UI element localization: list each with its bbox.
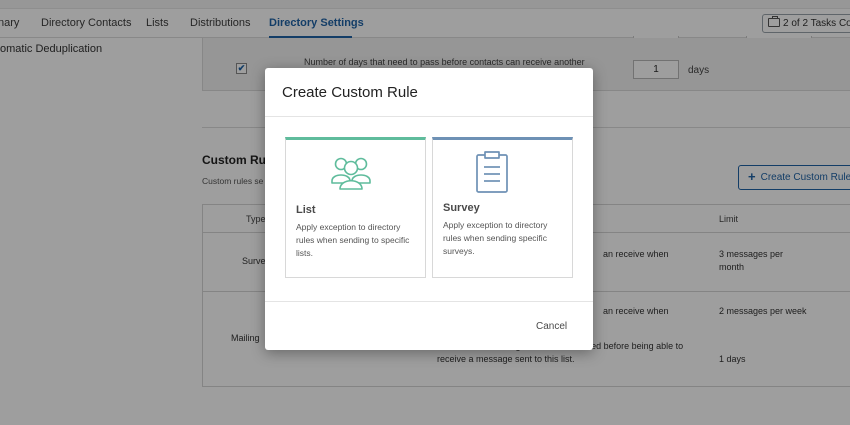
modal-title: Create Custom Rule: [282, 84, 418, 101]
create-custom-rule-modal: Create Custom Rule List Apply exception …: [265, 68, 593, 350]
list-card-description: Apply exception to directory rules when …: [296, 222, 410, 258]
list-card-title: List: [296, 204, 316, 216]
modal-footer-divider: [265, 301, 593, 302]
survey-option-card[interactable]: Survey Apply exception to directory rule…: [432, 137, 573, 278]
modal-header-divider: [265, 116, 593, 117]
people-group-icon: [331, 157, 371, 190]
cancel-button[interactable]: Cancel: [536, 321, 567, 332]
list-option-card[interactable]: List Apply exception to directory rules …: [285, 137, 426, 278]
survey-card-description: Apply exception to directory rules when …: [443, 220, 548, 256]
clipboard-icon: [476, 151, 508, 193]
survey-card-title: Survey: [443, 202, 480, 214]
